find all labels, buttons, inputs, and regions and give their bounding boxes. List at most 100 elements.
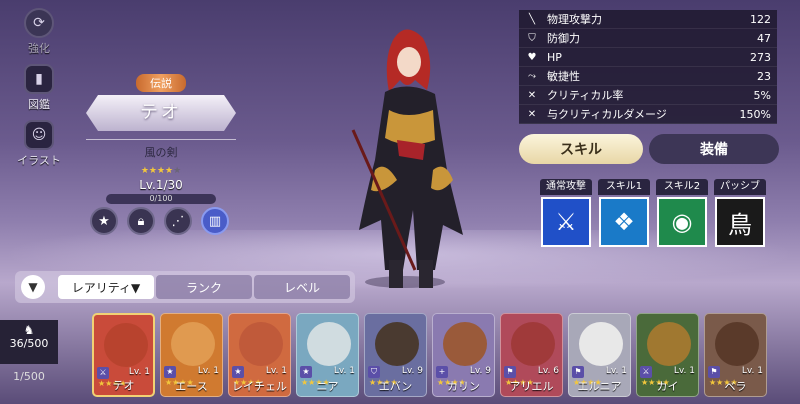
rail-illustration-label: イラスト bbox=[17, 154, 61, 167]
unit-level: Lv. 1 bbox=[605, 366, 627, 376]
character-roster: ⚔ Lv. 1 ★★★★ テオ ★ Lv. 1 ★★★★ エース ★ Lv. 1… bbox=[92, 313, 767, 397]
rail-upgrade[interactable]: ⟳ 強化 bbox=[14, 8, 64, 56]
card-actions: ★ 🔒︎ ⋰ ▥ bbox=[90, 207, 229, 235]
roster-card[interactable]: ⚔ Lv. 1 ★★★★ テオ bbox=[92, 313, 155, 397]
owned-count-value: 36/500 bbox=[9, 337, 49, 350]
roster-card[interactable]: ⚑ Lv. 1 ★★★★ エルニア bbox=[568, 313, 631, 397]
roster-card[interactable]: + Lv. 9 ★★★★ カリン bbox=[432, 313, 495, 397]
character-name: テオ bbox=[86, 95, 236, 131]
sword-icon: ╲ bbox=[528, 13, 536, 25]
rail-upgrade-label: 強化 bbox=[28, 42, 50, 55]
character-card: 伝説 テオ 風の剣 ★★★★★ Lv.1/30 0/100 bbox=[86, 72, 236, 204]
tab-equip[interactable]: 装備 bbox=[649, 134, 779, 164]
unit-name: テオ bbox=[112, 379, 135, 392]
passive-icon: 鳥 bbox=[715, 197, 765, 247]
unit-level: Lv. 9 bbox=[469, 366, 491, 376]
stat-value: 47 bbox=[757, 31, 771, 45]
sort-tab-level[interactable]: レベル bbox=[254, 275, 350, 299]
unit-name: カイ bbox=[656, 380, 679, 393]
exp-bar: 0/100 bbox=[106, 194, 216, 204]
character-portrait bbox=[647, 322, 691, 366]
sort-tab-rarity[interactable]: レアリティ▼ bbox=[58, 275, 154, 299]
stat-value: 122 bbox=[750, 12, 771, 26]
unit-level: Lv. 1 bbox=[128, 367, 150, 377]
character-portrait bbox=[104, 323, 148, 367]
unit-level: Lv. 1 bbox=[333, 366, 355, 376]
class-icon: ⚔ bbox=[640, 366, 652, 378]
class-icon: ★ bbox=[164, 366, 176, 378]
character-portrait bbox=[715, 322, 759, 366]
skill1-icon: ❖ bbox=[599, 197, 649, 247]
book-icon: ▮ bbox=[24, 64, 54, 94]
hero-character-sprite bbox=[351, 29, 463, 288]
class-icon: ⚑ bbox=[708, 366, 720, 378]
character-portrait bbox=[307, 322, 351, 366]
class-icon: + bbox=[436, 366, 448, 378]
unit-name: アリエル bbox=[509, 380, 554, 393]
share-icon[interactable]: ⋰ bbox=[164, 207, 192, 235]
skill2-icon: ◉ bbox=[657, 197, 707, 247]
normal-attack-icon: ⚔ bbox=[541, 197, 591, 247]
exp-text: 0/100 bbox=[149, 194, 173, 203]
second-count: 1/500 bbox=[13, 370, 45, 383]
unit-level: Lv. 1 bbox=[673, 366, 695, 376]
stat-value: 150% bbox=[739, 107, 771, 121]
roster-card[interactable]: ★ Lv. 1 ★★★★ レイチェル bbox=[228, 313, 291, 397]
character-level: Lv.1/30 bbox=[139, 178, 183, 192]
unit-level: Lv. 1 bbox=[197, 366, 219, 376]
upgrade-icon: ⟳ bbox=[24, 8, 54, 38]
filter-icon[interactable]: ▼ bbox=[21, 275, 45, 299]
roster-card[interactable]: ⚔ Lv. 1 ★★★★ カイ bbox=[636, 313, 699, 397]
portrait-icon: ☺ bbox=[24, 120, 54, 150]
class-icon: ⚑ bbox=[504, 366, 516, 378]
unit-level: Lv. 9 bbox=[401, 366, 423, 376]
roster-card[interactable]: ⚑ Lv. 6 ★★★★ アリエル bbox=[500, 313, 563, 397]
skill-label: パッシブ bbox=[714, 179, 766, 195]
heart-icon: ♥ bbox=[527, 51, 537, 63]
roster-card[interactable]: ⚑ Lv. 1 ★★★★ ベラ bbox=[704, 313, 767, 397]
boot-icon: ⤳ bbox=[528, 70, 536, 82]
class-icon: ⚑ bbox=[572, 366, 584, 378]
stats-chart-icon[interactable]: ▥ bbox=[201, 207, 229, 235]
stat-value: 273 bbox=[750, 50, 771, 64]
shield-icon: ⛉ bbox=[528, 32, 536, 44]
character-count-icon: ♞ bbox=[23, 323, 35, 337]
tab-skill[interactable]: スキル bbox=[519, 134, 643, 164]
stat-row: ✕ クリティカル率 5% bbox=[519, 86, 777, 105]
skill-slot[interactable]: 通常攻撃 ⚔ bbox=[540, 179, 592, 247]
detail-tabs: スキル 装備 bbox=[519, 134, 779, 164]
stat-row: ⤳ 敏捷性 23 bbox=[519, 67, 777, 86]
character-portrait bbox=[171, 322, 215, 366]
roster-card[interactable]: ★ Lv. 1 ★★★★ ニア bbox=[296, 313, 359, 397]
roster-card[interactable]: ★ Lv. 1 ★★★★ エース bbox=[160, 313, 223, 397]
favorite-star-icon[interactable]: ★ bbox=[90, 207, 118, 235]
unit-level: Lv. 1 bbox=[741, 366, 763, 376]
class-icon: ★ bbox=[300, 366, 312, 378]
character-portrait bbox=[579, 322, 623, 366]
rail-encyclopedia[interactable]: ▮ 図鑑 bbox=[14, 64, 64, 112]
character-weapon: 風の剣 bbox=[86, 139, 236, 160]
skill-slot[interactable]: スキル1 ❖ bbox=[598, 179, 650, 247]
rail-illustration[interactable]: ☺ イラスト bbox=[14, 120, 64, 168]
class-icon: ★ bbox=[232, 366, 244, 378]
stat-row: ✕ 与クリティカルダメージ 150% bbox=[519, 105, 777, 124]
lock-icon[interactable]: 🔒︎ bbox=[127, 207, 155, 235]
rank-stars: ★★★★★ bbox=[140, 166, 182, 176]
stat-row: ╲ 物理攻撃力 122 bbox=[519, 10, 777, 29]
sort-tabs: レアリティ▼ ランク レベル bbox=[58, 275, 350, 299]
skill-slot[interactable]: スキル2 ◉ bbox=[656, 179, 708, 247]
unit-name: カリン bbox=[447, 380, 480, 393]
skill-slot[interactable]: パッシブ 鳥 bbox=[714, 179, 766, 247]
skill-label: 通常攻撃 bbox=[540, 179, 592, 195]
character-portrait bbox=[375, 322, 419, 366]
stat-name: 防御力 bbox=[547, 32, 580, 45]
sort-tab-rank[interactable]: ランク bbox=[156, 275, 252, 299]
skill-list: 通常攻撃 ⚔ スキル1 ❖ スキル2 ◉ パッシブ 鳥 bbox=[540, 179, 766, 247]
stat-row: ⛉ 防御力 47 bbox=[519, 29, 777, 48]
left-rail: ⟳ 強化 ▮ 図鑑 ☺ イラスト bbox=[14, 8, 64, 176]
skill-label: スキル2 bbox=[656, 179, 708, 195]
stat-name: 物理攻撃力 bbox=[547, 13, 602, 26]
roster-card[interactable]: ⛉ Lv. 9 ★★★★ エバン bbox=[364, 313, 427, 397]
unit-level: Lv. 6 bbox=[537, 366, 559, 376]
skill-label: スキル1 bbox=[598, 179, 650, 195]
